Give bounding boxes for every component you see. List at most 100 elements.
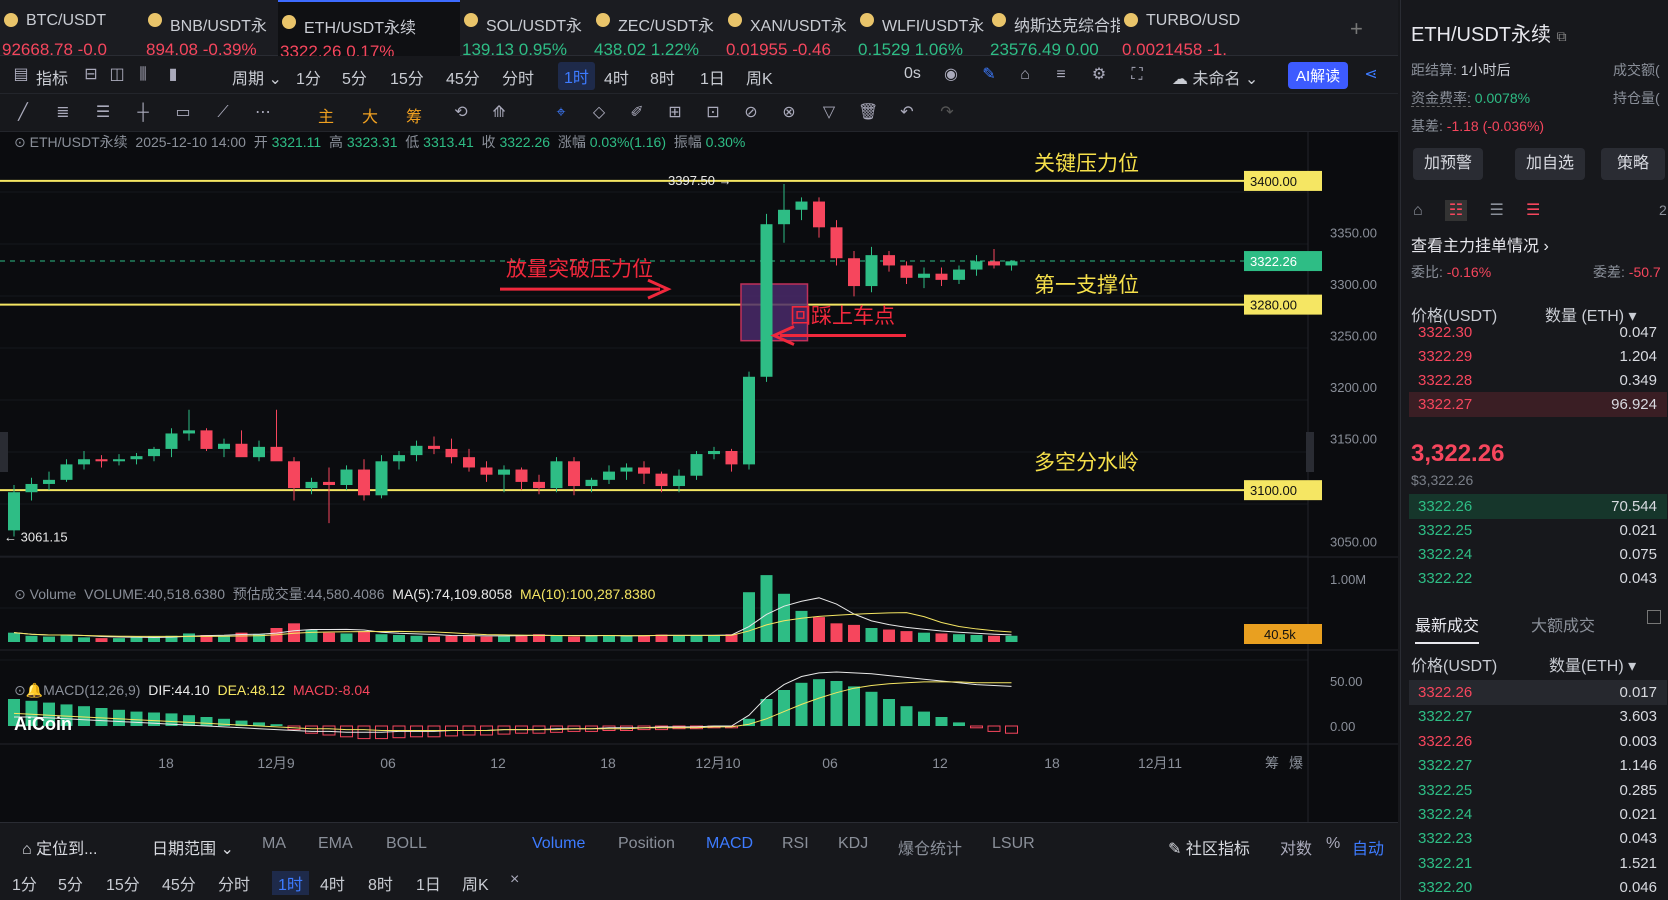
interval-0[interactable]: 1分 [296, 65, 321, 89]
date-range-button[interactable]: 日期范围 ⌄ [152, 835, 234, 859]
indicator-button[interactable]: 指标 [36, 65, 68, 89]
bottom-interval[interactable]: 45分 [162, 871, 196, 895]
sub-indicator[interactable]: RSI [782, 835, 809, 853]
symbol-tab[interactable]: SOL/USDT永 139.13 0.95% [460, 0, 592, 59]
bottom-interval[interactable]: 分时 [218, 871, 250, 895]
log-toggle[interactable]: 对数 [1280, 835, 1312, 859]
more-tools-icon[interactable]: ⋯ [254, 104, 272, 122]
community-indicator[interactable]: ✎ 社区指标 [1168, 835, 1250, 859]
bottom-interval[interactable]: 5分 [58, 871, 83, 895]
chips-button[interactable]: 筹 [406, 103, 422, 127]
sub-indicator[interactable]: LSUR [992, 835, 1035, 853]
bottom-interval[interactable]: 15分 [106, 871, 140, 895]
share-icon[interactable]: ⋖ [1362, 66, 1380, 84]
alert-icon[interactable]: ⌂ [1016, 66, 1034, 84]
main-indicator[interactable]: BOLL [386, 835, 427, 853]
filter-icon[interactable]: ▽ [820, 104, 838, 122]
ai-button[interactable]: AI解读 [1288, 62, 1349, 89]
symbol-tab[interactable]: XAN/USDT永 0.01955 -0.46 [724, 0, 856, 59]
measure-icon[interactable]: ⟰ [490, 104, 508, 122]
hline-tool-icon[interactable]: ┼ [134, 104, 152, 122]
fullscreen-icon[interactable]: ⛶ [1128, 66, 1146, 84]
big-button[interactable]: 大 [362, 103, 378, 127]
camera-icon[interactable]: ◉ [942, 66, 960, 84]
redo-icon[interactable]: ↷ [938, 104, 956, 122]
main-indicator[interactable]: EMA [318, 835, 353, 853]
symbol-tab[interactable]: WLFI/USDT永 0.1529 1.06% [856, 0, 988, 59]
tab-latest-trades[interactable]: 最新成交 [1415, 612, 1480, 644]
magnet-icon[interactable]: ⟲ [452, 104, 470, 122]
main-chart-button[interactable]: 主 [318, 103, 334, 127]
interval-2[interactable]: 15分 [390, 65, 424, 89]
symbol-tab[interactable]: BTC/USDT 92668.78 -0.0 [0, 0, 144, 59]
period-dropdown[interactable]: 周期 ⌄ [232, 65, 282, 89]
undo-icon[interactable]: ↶ [898, 104, 916, 122]
symbol-tab[interactable]: ETH/USDT永续 3322.26 0.17% [278, 0, 460, 61]
bottom-interval[interactable]: 8时 [368, 871, 393, 895]
add-tab-button[interactable]: + [1350, 16, 1363, 42]
symbol-tab[interactable]: TURBO/USD 0.0021458 -1. [1120, 0, 1260, 59]
line-tool-icon[interactable]: ╱ [14, 104, 32, 122]
orderbook-view-icons[interactable]: ⌂ ☷ ☰ ☰ [1413, 200, 1540, 221]
ask-row[interactable]: 3322.29 1.204 [1409, 344, 1667, 369]
lock-icon[interactable]: ⊡ [704, 104, 722, 122]
trade-col-qty[interactable]: 数量(ETH) ▾ [1549, 652, 1636, 676]
percent-toggle[interactable]: % [1326, 835, 1340, 853]
popout-icon[interactable]: ⧉ [1557, 28, 1567, 44]
interval-4[interactable]: 分时 [502, 65, 534, 89]
close-icon[interactable]: × [510, 871, 519, 889]
tab-large-trades[interactable]: 大额成交 [1531, 612, 1595, 636]
template-icon[interactable]: ⊟ [82, 66, 100, 84]
collapse-icon[interactable]: ⊙ [14, 134, 26, 150]
settings-icon[interactable]: ⚙ [1090, 66, 1108, 84]
ask-row[interactable]: 3322.28 0.349 [1409, 368, 1667, 393]
sub-indicator[interactable]: Position [618, 835, 675, 853]
add-watchlist-button[interactable]: 加自选 [1515, 148, 1585, 180]
sub-indicator[interactable]: MACD [706, 835, 753, 853]
bottom-interval[interactable]: 1分 [12, 871, 37, 895]
ask-row[interactable]: 3322.27 96.924 [1409, 392, 1667, 417]
interval-6[interactable]: 4时 [604, 65, 629, 89]
ask-row[interactable]: 3322.30 0.047 [1409, 320, 1667, 345]
rect-tool-icon[interactable]: ▭ [174, 104, 192, 122]
main-orders-link[interactable]: 查看主力挂单情况 › [1411, 232, 1549, 256]
interval-3[interactable]: 45分 [446, 65, 480, 89]
goto-button[interactable]: ⌂ 定位到... [22, 835, 97, 859]
compare-icon[interactable]: ⫼ [134, 66, 152, 84]
ray-tool-icon[interactable]: ⟋ [214, 104, 232, 122]
layout-icon[interactable]: ◫ [108, 66, 126, 84]
chart-area[interactable]: 3350.00 3300.00 3250.00 3200.00 3150.00 3050.… [0, 132, 1398, 822]
hide-icon[interactable]: ⊘ [742, 104, 760, 122]
bar-type-icon[interactable]: ▮ [164, 66, 182, 84]
interval-9[interactable]: 周K [746, 65, 773, 89]
symbol-tab[interactable]: ZEC/USDT永 438.02 1.22% [592, 0, 724, 59]
symbol-tab[interactable]: BNB/USDT永 894.08 -0.39% [144, 0, 278, 59]
cursor-icon[interactable]: ⌖ [552, 104, 570, 122]
trades-checkbox[interactable] [1647, 610, 1661, 624]
link-icon[interactable]: ⊗ [780, 104, 798, 122]
bid-row[interactable]: 3322.22 0.043 [1409, 566, 1667, 591]
brush-icon[interactable]: ✐ [628, 104, 646, 122]
bid-row[interactable]: 3322.25 0.021 [1409, 518, 1667, 543]
interval-7[interactable]: 8时 [650, 65, 675, 89]
interval-5[interactable]: 1时 [558, 62, 595, 90]
bottom-interval[interactable]: 4时 [320, 871, 345, 895]
sub-indicator[interactable]: KDJ [838, 835, 868, 853]
interval-1[interactable]: 5分 [342, 65, 367, 89]
main-indicator[interactable]: MA [262, 835, 286, 853]
interval-8[interactable]: 1日 [700, 65, 725, 89]
kline-chart[interactable]: 3350.00 3300.00 3250.00 3200.00 3150.00 3050.… [0, 132, 1398, 822]
add-alert-button[interactable]: 加预警 [1413, 148, 1483, 180]
candle-type-icon[interactable]: ▤ [12, 66, 30, 84]
bottom-interval[interactable]: 1日 [416, 871, 441, 895]
bottom-interval[interactable]: 周K [462, 871, 489, 895]
channel-tool-icon[interactable]: ☰ [94, 104, 112, 122]
trash-icon[interactable]: 🗑 [858, 104, 878, 122]
strategy-button[interactable]: 策略 [1601, 148, 1665, 180]
symbol-tab[interactable]: 纳斯达克综合指数23576.49 0.00 [988, 0, 1120, 59]
hlines-tool-icon[interactable]: ≣ [54, 104, 72, 122]
bottom-interval[interactable]: 1时 [272, 871, 309, 895]
sub-indicator[interactable]: Volume [532, 835, 585, 853]
sub-indicator[interactable]: 爆仓统计 [898, 835, 962, 859]
ruler-icon[interactable]: ⊞ [666, 104, 684, 122]
